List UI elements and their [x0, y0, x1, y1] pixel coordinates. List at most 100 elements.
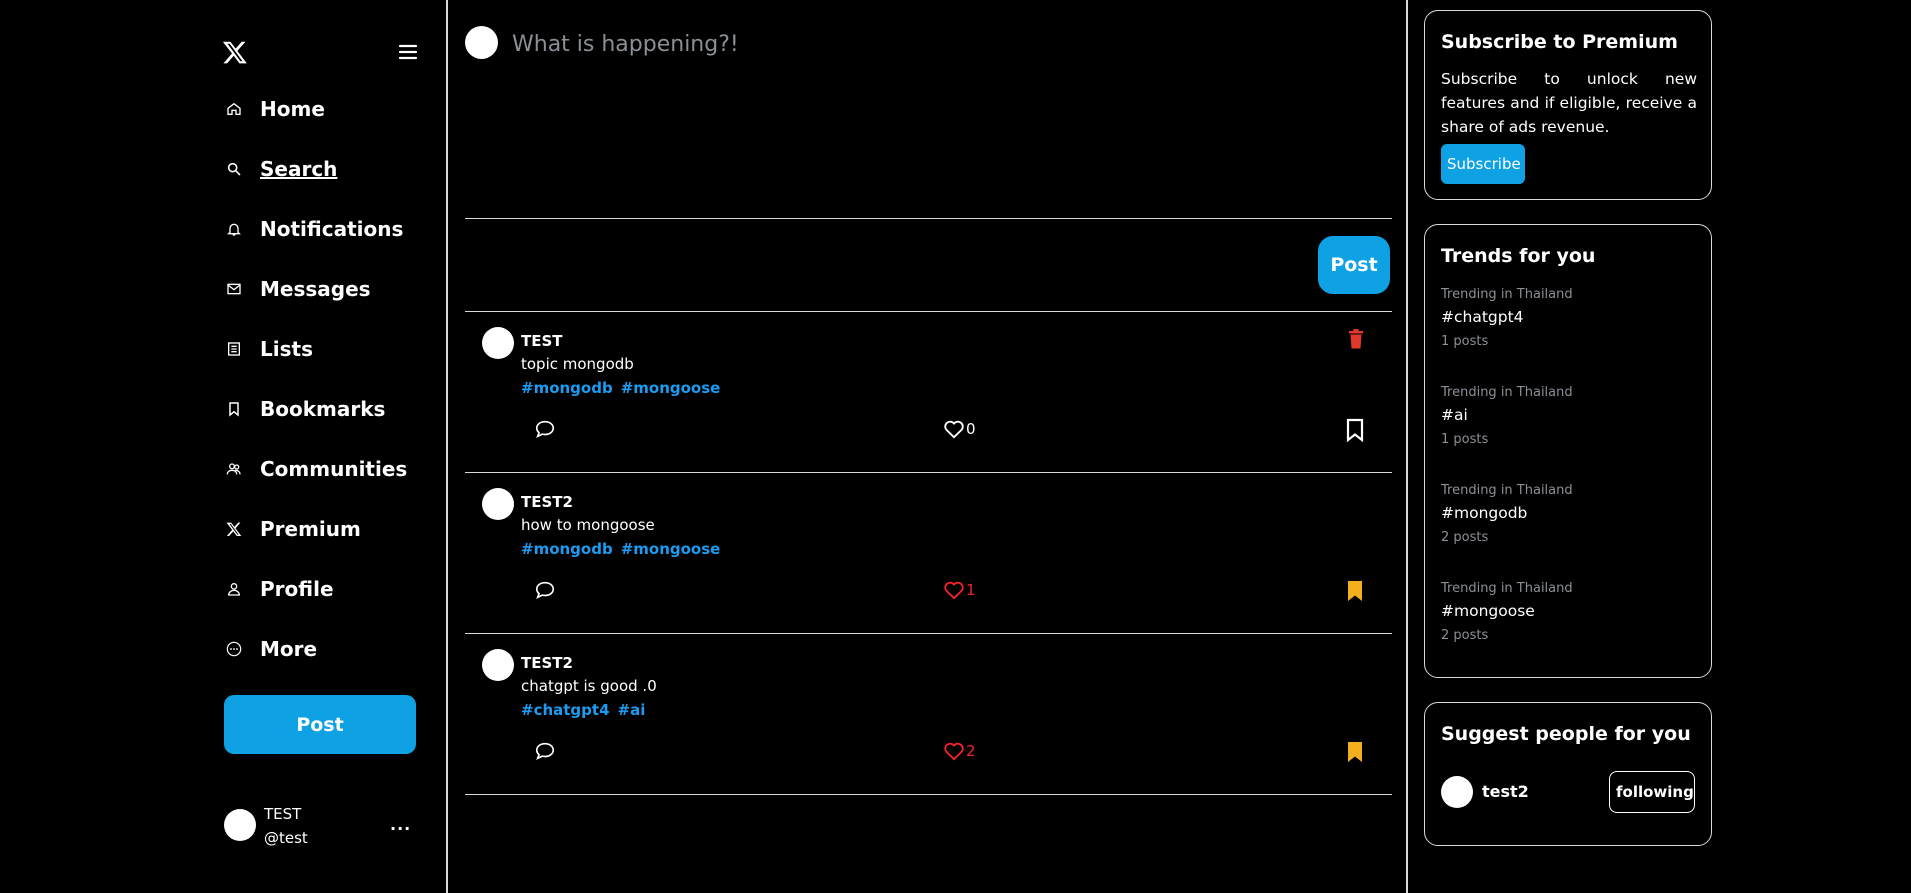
nav-item-messages[interactable]: Messages [226, 269, 371, 309]
premium-title: Subscribe to Premium [1441, 31, 1678, 53]
post-text: chatgpt is good .0 [521, 677, 657, 695]
nav-item-label: More [260, 637, 318, 661]
hamburger-menu-icon[interactable] [396, 40, 420, 64]
x-logo-icon [226, 521, 242, 537]
trend-item[interactable]: Trending in Thailand #chatgpt4 1 posts [1441, 287, 1691, 349]
hashtag-link[interactable]: #ai [618, 701, 646, 719]
bookmark-filled-icon[interactable] [1344, 579, 1366, 603]
premium-card: Subscribe to Premium Subscribe to unlock… [1424, 10, 1712, 200]
like-count: 2 [966, 742, 976, 760]
nav-item-home[interactable]: Home [226, 89, 325, 129]
nav-item-label: Communities [260, 457, 408, 481]
bookmark-icon [226, 401, 242, 417]
nav-item-lists[interactable]: Lists [226, 329, 313, 369]
suggest-card: Suggest people for you test2 following [1424, 702, 1712, 846]
post-author[interactable]: TEST2 [521, 493, 573, 511]
hashtag-link[interactable]: #mongodb [521, 540, 613, 558]
reply-icon[interactable] [534, 418, 556, 440]
trend-tag: #mongoose [1441, 602, 1535, 620]
like-count: 1 [966, 581, 976, 599]
nav-item-label: Lists [260, 337, 313, 361]
left-sidebar: Home Search Notifications Messages Lists… [0, 0, 448, 893]
post-item[interactable]: TEST2 chatgpt is good .0 #chatgpt4 #ai 2 [465, 634, 1392, 794]
compose-input[interactable] [510, 30, 1314, 174]
main-feed: Post TEST topic mongodb #mongodb #mongoo… [448, 0, 1408, 893]
trend-count: 1 posts [1441, 432, 1489, 447]
trends-title: Trends for you [1441, 245, 1596, 267]
bell-icon [226, 221, 242, 237]
trend-count: 2 posts [1441, 628, 1489, 643]
trend-item[interactable]: Trending in Thailand #ai 1 posts [1441, 385, 1691, 447]
like-button[interactable]: 0 [943, 419, 976, 439]
post-hashtags: #chatgpt4 #ai [521, 701, 645, 719]
subscribe-button[interactable]: Subscribe [1441, 144, 1525, 184]
trend-item[interactable]: Trending in Thailand #mongodb 2 posts [1441, 483, 1691, 545]
post-hashtags: #mongodb #mongoose [521, 379, 720, 397]
post-text: topic mongodb [521, 355, 634, 373]
more-circle-icon [226, 641, 242, 657]
nav-item-label: Notifications [260, 217, 404, 241]
trend-item[interactable]: Trending in Thailand #mongoose 2 posts [1441, 581, 1691, 643]
nav-item-label: Bookmarks [260, 397, 386, 421]
heart-icon [944, 420, 964, 439]
trend-count: 2 posts [1441, 530, 1489, 545]
nav-item-label: Messages [260, 277, 371, 301]
divider [465, 794, 1392, 795]
avatar[interactable] [1441, 776, 1473, 808]
trend-tag: #mongodb [1441, 504, 1528, 522]
suggested-user-name[interactable]: test2 [1482, 782, 1529, 801]
post-item[interactable]: TEST2 how to mongoose #mongodb #mongoose… [465, 473, 1392, 633]
nav-item-label: Profile [260, 577, 334, 601]
following-button[interactable]: following [1609, 771, 1695, 813]
account-more-button[interactable]: ... [390, 815, 411, 834]
nav-item-more[interactable]: More [226, 629, 317, 669]
envelope-icon [226, 281, 242, 297]
avatar[interactable] [224, 809, 256, 841]
nav-item-bookmarks[interactable]: Bookmarks [226, 389, 385, 429]
trash-icon[interactable] [1348, 329, 1364, 349]
hashtag-link[interactable]: #mongodb [521, 379, 613, 397]
nav-item-label: Search [260, 157, 338, 181]
like-button[interactable]: 2 [943, 741, 976, 761]
premium-description: Subscribe to unlock new features and if … [1441, 70, 1697, 136]
nav-item-search[interactable]: Search [226, 149, 337, 189]
heart-icon [944, 742, 964, 761]
like-button[interactable]: 1 [943, 580, 976, 600]
account-name: TEST [264, 805, 302, 823]
avatar[interactable] [482, 488, 514, 520]
nav-item-label: Premium [260, 517, 361, 541]
communities-icon [226, 461, 242, 477]
sidebar-post-button[interactable]: Post [224, 695, 416, 754]
trend-tag: #chatgpt4 [1441, 308, 1524, 326]
x-logo-icon[interactable] [222, 39, 248, 65]
hashtag-link[interactable]: #mongoose [621, 379, 721, 397]
trend-location: Trending in Thailand [1441, 483, 1573, 498]
bookmark-icon[interactable] [1344, 418, 1366, 442]
heart-icon [944, 581, 964, 600]
hashtag-link[interactable]: #mongoose [621, 540, 721, 558]
trend-tag: #ai [1441, 406, 1468, 424]
post-author[interactable]: TEST2 [521, 654, 573, 672]
search-icon [226, 161, 242, 177]
list-icon [226, 341, 242, 357]
person-icon [226, 581, 242, 597]
reply-icon[interactable] [534, 740, 556, 762]
post-author[interactable]: TEST [521, 332, 563, 350]
nav-item-notifications[interactable]: Notifications [226, 209, 403, 249]
bookmark-filled-icon[interactable] [1344, 740, 1366, 764]
reply-icon[interactable] [534, 579, 556, 601]
post-text: how to mongoose [521, 516, 655, 534]
post-item[interactable]: TEST topic mongodb #mongodb #mongoose 0 [465, 312, 1392, 472]
like-count: 0 [966, 420, 976, 438]
avatar[interactable] [482, 649, 514, 681]
avatar [465, 26, 498, 59]
hashtag-link[interactable]: #chatgpt4 [521, 701, 610, 719]
compose-post-button[interactable]: Post [1318, 236, 1390, 294]
nav-item-profile[interactable]: Profile [226, 569, 334, 609]
post-hashtags: #mongodb #mongoose [521, 540, 720, 558]
nav-item-premium[interactable]: Premium [226, 509, 361, 549]
nav-item-label: Home [260, 97, 325, 121]
trend-location: Trending in Thailand [1441, 581, 1573, 596]
avatar[interactable] [482, 327, 514, 359]
nav-item-communities[interactable]: Communities [226, 449, 407, 489]
